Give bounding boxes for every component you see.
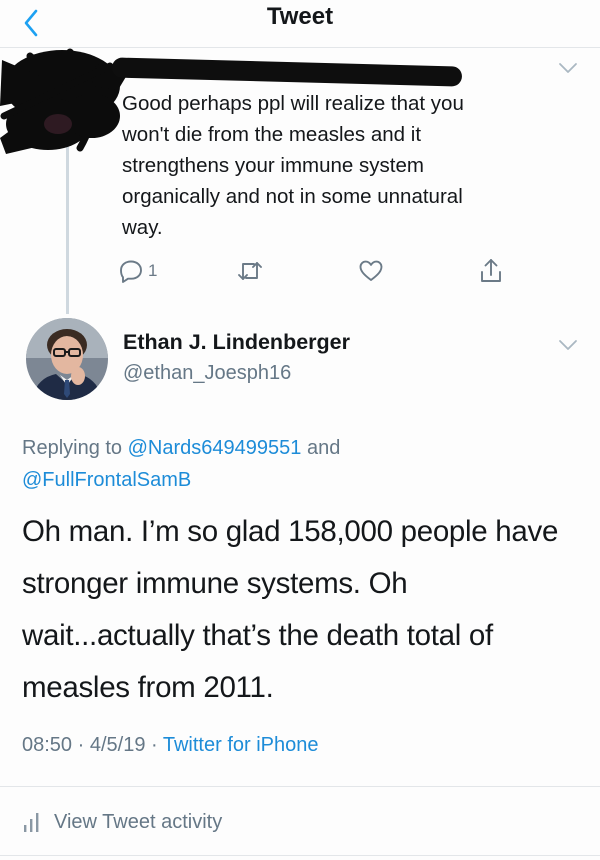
reply-icon bbox=[120, 260, 142, 283]
avatar[interactable] bbox=[26, 318, 108, 400]
tweet-menu-button[interactable] bbox=[557, 338, 579, 352]
tweet-meta: 08:50 · 4/5/19 · Twitter for iPhone bbox=[22, 734, 319, 757]
activity-label: View Tweet activity bbox=[54, 810, 223, 833]
heart-icon bbox=[359, 260, 383, 281]
page-title: Tweet bbox=[266, 3, 334, 30]
tweet-time: 08:50 bbox=[22, 734, 73, 756]
view-tweet-activity-link[interactable]: View Tweet activity bbox=[22, 806, 222, 838]
chevron-down-icon bbox=[559, 340, 577, 350]
tweet-source-link[interactable]: Twitter for iPhone bbox=[163, 734, 319, 756]
parent-tweet-menu-button[interactable] bbox=[557, 61, 579, 75]
retweet-icon bbox=[238, 262, 262, 280]
replying-to-line: Replying to @Nards649499551 and @FullFron… bbox=[22, 432, 562, 496]
user-handle[interactable]: @ethan_Joesph16 bbox=[123, 362, 291, 385]
like-button[interactable] bbox=[358, 256, 384, 286]
retweet-button[interactable] bbox=[236, 256, 264, 286]
share-button[interactable] bbox=[478, 256, 504, 286]
meta-separator: · bbox=[145, 734, 163, 756]
divider bbox=[0, 786, 600, 787]
chevron-down-icon bbox=[559, 63, 577, 73]
parent-tweet-actions: 1 bbox=[118, 256, 518, 286]
mention-link[interactable]: @Nards649499551 bbox=[128, 437, 302, 459]
share-icon bbox=[481, 259, 501, 282]
bar-chart-icon bbox=[24, 813, 39, 832]
mention-link[interactable]: @FullFrontalSamB bbox=[22, 469, 191, 491]
reply-count: 1 bbox=[148, 261, 158, 280]
divider bbox=[0, 855, 600, 856]
replying-joiner: and bbox=[301, 437, 341, 459]
top-nav-bar: Tweet bbox=[0, 0, 600, 48]
reply-button[interactable]: 1 bbox=[118, 256, 157, 286]
tweet-text: Oh man. I’m so glad 158,000 people have … bbox=[22, 515, 559, 704]
parent-tweet-text: Good perhaps ppl will realize that you w… bbox=[122, 92, 464, 239]
meta-separator: · bbox=[72, 734, 90, 756]
replying-prefix: Replying to bbox=[22, 437, 128, 459]
tweet-date: 4/5/19 bbox=[89, 734, 146, 756]
display-name[interactable]: Ethan J. Lindenberger bbox=[123, 330, 350, 355]
profile-photo bbox=[26, 318, 108, 400]
